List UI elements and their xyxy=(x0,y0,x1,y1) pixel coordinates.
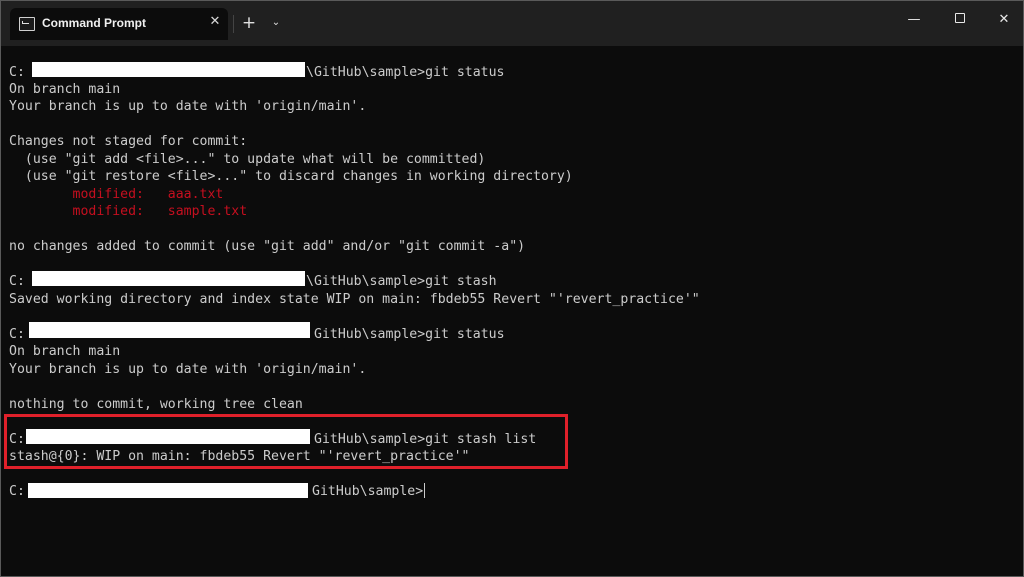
prompt-drive: C: xyxy=(9,65,25,80)
minimize-button[interactable]: — xyxy=(899,9,929,31)
prompt-command: GitHub\sample>git status xyxy=(314,327,505,342)
prompt-command: GitHub\sample> xyxy=(312,484,424,499)
prompt-command: \GitHub\sample>git stash xyxy=(306,274,497,289)
terminal-output[interactable]: C: \GitHub\sample>git status On branch m… xyxy=(1,46,1023,576)
close-tab-icon[interactable]: ✕ xyxy=(207,14,223,30)
tab-title: Command Prompt xyxy=(42,16,147,30)
terminal-icon xyxy=(19,17,35,31)
output-line: no changes added to commit (use "git add… xyxy=(9,239,526,254)
output-line: (use "git restore <file>..." to discard … xyxy=(9,169,573,184)
prompt-drive: C: xyxy=(9,327,25,342)
terminal-window: Command Prompt ✕ + ⌄ — ✕ C: \GitHub\samp… xyxy=(0,0,1024,577)
maximize-button[interactable] xyxy=(945,9,975,31)
modified-file-line: modified: aaa.txt xyxy=(9,187,224,202)
prompt-drive: C: xyxy=(9,274,25,289)
close-window-button[interactable]: ✕ xyxy=(989,9,1019,31)
output-line: On branch main xyxy=(9,82,121,97)
prompt-drive: C: xyxy=(9,484,25,499)
title-bar: Command Prompt ✕ + ⌄ — ✕ xyxy=(1,1,1023,46)
modified-file-line: modified: sample.txt xyxy=(9,204,248,219)
output-line: On branch main xyxy=(9,344,121,359)
redacted-path xyxy=(29,322,310,338)
output-line: Your branch is up to date with 'origin/m… xyxy=(9,362,367,377)
prompt-line: C: xyxy=(9,326,25,343)
highlight-annotation-box xyxy=(4,414,568,469)
tab-dropdown-button[interactable]: ⌄ xyxy=(267,12,285,34)
tab-command-prompt[interactable]: Command Prompt ✕ xyxy=(10,8,228,40)
output-line: Your branch is up to date with 'origin/m… xyxy=(9,99,367,114)
new-tab-button[interactable]: + xyxy=(239,12,259,34)
output-line: Changes not staged for commit: xyxy=(9,134,248,149)
prompt-line: C: xyxy=(9,64,25,81)
prompt-command: \GitHub\sample>git status xyxy=(306,65,505,80)
text-cursor xyxy=(424,483,426,498)
prompt-line: C: xyxy=(9,273,25,290)
prompt-line: C: xyxy=(9,483,25,500)
tab-divider xyxy=(233,15,234,33)
output-line: nothing to commit, working tree clean xyxy=(9,397,303,412)
output-line: (use "git add <file>..." to update what … xyxy=(9,152,486,167)
redacted-path xyxy=(32,271,305,286)
maximize-icon xyxy=(955,13,965,23)
current-prompt[interactable]: GitHub\sample> xyxy=(312,483,426,500)
redacted-path xyxy=(28,483,308,498)
output-line: Saved working directory and index state … xyxy=(9,292,700,307)
redacted-path xyxy=(32,62,305,77)
